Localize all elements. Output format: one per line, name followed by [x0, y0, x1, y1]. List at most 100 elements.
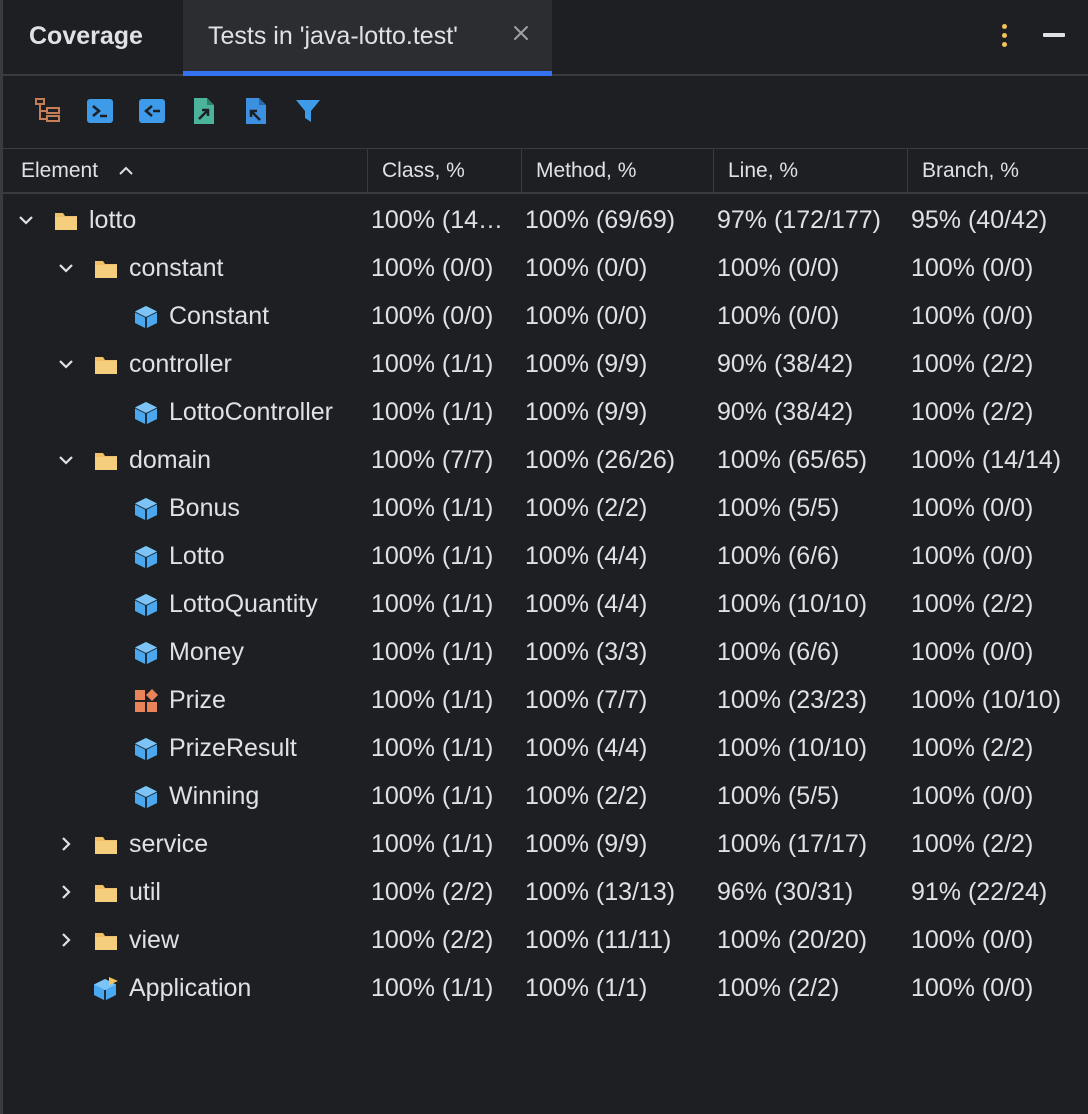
table-row[interactable]: Application 100% (1/1) 100% (1/1) 100% (2/2…: [3, 964, 1088, 1012]
table-row[interactable]: Money 100% (1/1) 100% (3/3) 100% (6/6) 100% …: [3, 628, 1088, 676]
table-row[interactable]: PrizeResult 100% (1/1) 100% (4/4) 100% (10/…: [3, 724, 1088, 772]
column-header-class[interactable]: Class, %: [367, 149, 522, 193]
close-icon[interactable]: [512, 24, 530, 42]
import-coverage-icon[interactable]: [189, 96, 219, 126]
method-coverage-cell: 100% (3/3): [525, 638, 648, 666]
element-name: service: [129, 830, 209, 858]
table-row[interactable]: Bonus 100% (1/1) 100% (2/2) 100% (5/5) 100% …: [3, 484, 1088, 532]
class-coverage-cell: 100% (1/1): [371, 494, 494, 522]
class-coverage-cell: 100% (1/1): [371, 350, 494, 378]
coverage-panel: Coverage Tests in 'java-lotto.test' Elem…: [0, 0, 1088, 1114]
table-row[interactable]: view 100% (2/2) 100% (11/11) 100% (20/20) 10…: [3, 916, 1088, 964]
method-coverage-cell: 100% (9/9): [525, 350, 648, 378]
line-coverage-cell: 100% (6/6): [717, 542, 840, 570]
folder-icon: [95, 357, 117, 374]
line-coverage-cell: 100% (5/5): [717, 782, 840, 810]
table-row[interactable]: LottoController 100% (1/1) 100% (9/9) 90% (…: [3, 388, 1088, 436]
table-row[interactable]: controller 100% (1/1) 100% (9/9) 90% (38/42…: [3, 340, 1088, 388]
method-coverage-cell: 100% (11/11): [525, 926, 672, 954]
branch-coverage-cell: 95% (40/42): [911, 206, 1048, 234]
class-coverage-cell: 100% (1/1): [371, 590, 494, 618]
class-coverage-cell: 100% (1/1): [371, 830, 494, 858]
element-name: controller: [129, 350, 232, 378]
folder-icon: [95, 933, 117, 950]
table-row[interactable]: Prize 100% (1/1) 100% (7/7) 100% (23/23) 100…: [3, 676, 1088, 724]
method-coverage-cell: 100% (4/4): [525, 542, 648, 570]
element-name: lotto: [89, 206, 137, 234]
tab-coverage[interactable]: Coverage: [29, 22, 143, 51]
table-row[interactable]: Constant 100% (0/0) 100% (0/0) 100% (0/0) 10…: [3, 292, 1088, 340]
table-row[interactable]: domain 100% (7/7) 100% (26/26) 100% (65/65)…: [3, 436, 1088, 484]
method-coverage-cell: 100% (1/1): [525, 974, 648, 1002]
folder-icon: [95, 453, 117, 470]
branch-coverage-cell: 100% (2/2): [911, 830, 1034, 858]
chevron-right-icon[interactable]: [57, 835, 75, 853]
table-row[interactable]: service 100% (1/1) 100% (9/9) 100% (17/17) 1…: [3, 820, 1088, 868]
chevron-down-icon[interactable]: [17, 211, 35, 229]
branch-coverage-cell: 100% (0/0): [911, 542, 1034, 570]
minimize-icon[interactable]: [1043, 33, 1065, 37]
class-coverage-cell: 100% (14…: [371, 206, 504, 234]
element-name: Bonus: [169, 494, 240, 522]
class-icon: [134, 738, 158, 761]
line-coverage-cell: 100% (65/65): [717, 446, 868, 474]
more-options-icon[interactable]: [998, 24, 1010, 50]
table-row[interactable]: Winning 100% (1/1) 100% (2/2) 100% (5/5) 100…: [3, 772, 1088, 820]
class-coverage-cell: 100% (1/1): [371, 542, 494, 570]
table-row[interactable]: Lotto 100% (1/1) 100% (4/4) 100% (6/6) 100% …: [3, 532, 1088, 580]
chevron-right-icon[interactable]: [57, 883, 75, 901]
class-coverage-cell: 100% (1/1): [371, 686, 494, 714]
class-coverage-cell: 100% (0/0): [371, 302, 494, 330]
method-coverage-cell: 100% (4/4): [525, 734, 648, 762]
navigate-from-source-icon[interactable]: [137, 96, 167, 126]
branch-coverage-cell: 91% (22/24): [911, 878, 1048, 906]
tab-tests-java-lotto[interactable]: Tests in 'java-lotto.test': [183, 0, 552, 76]
toolbar: [3, 78, 1088, 148]
element-name: Constant: [169, 302, 270, 330]
tab-bar: Coverage Tests in 'java-lotto.test': [3, 0, 1088, 76]
table-row[interactable]: LottoQuantity 100% (1/1) 100% (4/4) 100% (1…: [3, 580, 1088, 628]
chevron-down-icon[interactable]: [57, 259, 75, 277]
element-name: domain: [129, 446, 211, 474]
branch-coverage-cell: 100% (0/0): [911, 974, 1034, 1002]
method-coverage-cell: 100% (9/9): [525, 830, 648, 858]
folder-icon: [55, 213, 77, 230]
table-row[interactable]: lotto 100% (14… 100% (69/69) 97% (172/177) 9…: [3, 196, 1088, 244]
column-element-label: Element: [21, 159, 99, 182]
branch-coverage-cell: 100% (10/10): [911, 686, 1062, 714]
element-name: PrizeResult: [169, 734, 297, 762]
method-coverage-cell: 100% (0/0): [525, 254, 648, 282]
filter-icon[interactable]: [293, 96, 323, 126]
folder-icon: [95, 261, 117, 278]
class-coverage-cell: 100% (1/1): [371, 638, 494, 666]
branch-coverage-cell: 100% (0/0): [911, 302, 1034, 330]
line-coverage-cell: 100% (0/0): [717, 254, 840, 282]
class-icon: [134, 594, 158, 617]
column-header-branch[interactable]: Branch, %: [907, 149, 1088, 193]
column-header-line[interactable]: Line, %: [713, 149, 908, 193]
chevron-down-icon[interactable]: [57, 451, 75, 469]
line-coverage-cell: 90% (38/42): [717, 398, 854, 426]
class-coverage-cell: 100% (2/2): [371, 878, 494, 906]
class-icon: [134, 306, 158, 329]
class-icon: [134, 402, 158, 425]
element-name: Money: [169, 638, 245, 666]
table-header: Element Class, % Method, % Line, % Branc…: [3, 148, 1088, 194]
method-coverage-cell: 100% (9/9): [525, 398, 648, 426]
column-header-method[interactable]: Method, %: [521, 149, 714, 193]
column-header-element[interactable]: Element: [7, 149, 367, 193]
branch-coverage-cell: 100% (2/2): [911, 398, 1034, 426]
chevron-right-icon[interactable]: [57, 931, 75, 949]
table-row[interactable]: constant 100% (0/0) 100% (0/0) 100% (0/0) 10…: [3, 244, 1088, 292]
line-coverage-cell: 100% (10/10): [717, 734, 868, 762]
chevron-down-icon[interactable]: [57, 355, 75, 373]
navigate-to-source-icon[interactable]: [85, 96, 115, 126]
line-coverage-cell: 90% (38/42): [717, 350, 854, 378]
flatten-packages-icon[interactable]: [33, 96, 63, 126]
folder-icon: [95, 885, 117, 902]
class-coverage-cell: 100% (1/1): [371, 398, 494, 426]
element-name: view: [129, 926, 180, 954]
application-class-icon: [94, 977, 118, 1001]
export-coverage-icon[interactable]: [241, 96, 271, 126]
table-row[interactable]: util 100% (2/2) 100% (13/13) 96% (30/31) 91%…: [3, 868, 1088, 916]
